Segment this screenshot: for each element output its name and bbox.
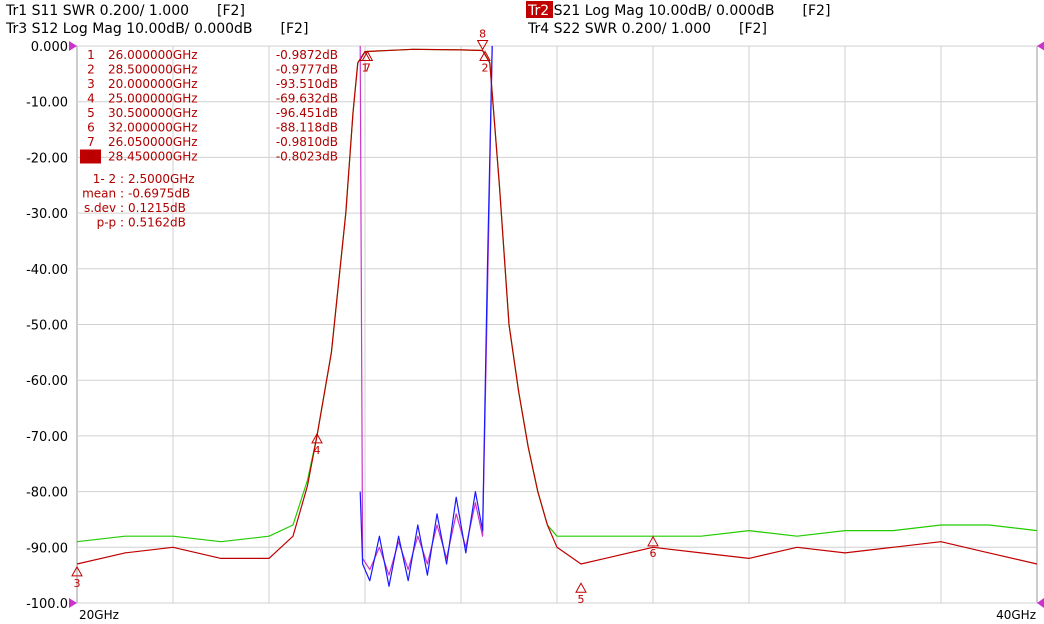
marker-label-4: 4 xyxy=(314,444,321,457)
marker-label-5: 5 xyxy=(578,593,585,606)
marker-row-number: 5 xyxy=(87,106,95,120)
marker-row-number: 3 xyxy=(87,77,95,91)
stat-value: 0.1215dB xyxy=(128,201,186,215)
marker-row-number: 8 xyxy=(87,150,95,164)
stat-value: 2.5000GHz xyxy=(128,172,195,186)
marker-row-value: -88.118dB xyxy=(276,121,338,135)
marker-label-6: 6 xyxy=(650,547,657,560)
marker-row-value: -0.9872dB xyxy=(276,48,338,62)
y-tick-label: 0.000 xyxy=(31,40,68,55)
marker-statistics: 1- 2 : 2.5000GHz mean : -0.6975dB s.dev : 0.1… xyxy=(82,172,195,230)
y-tick-label: -100.0 xyxy=(26,597,68,612)
marker-row-value: -93.510dB xyxy=(276,77,338,91)
marker-row-frequency: 28.500000GHz xyxy=(108,63,198,77)
marker-label-2: 2 xyxy=(482,61,489,74)
marker-label-3: 3 xyxy=(74,577,81,590)
x-tick-end: 40GHz xyxy=(996,608,1036,622)
x-tick-start: 20GHz xyxy=(79,608,119,622)
stat-value: -0.6975dB xyxy=(128,187,190,201)
stat-label: s.dev : xyxy=(84,201,124,215)
marker-row-frequency: 26.050000GHz xyxy=(108,135,198,149)
marker-row-frequency: 32.000000GHz xyxy=(108,121,198,135)
marker-label-8: 8 xyxy=(479,27,486,40)
marker-row-frequency: 28.450000GHz xyxy=(108,150,198,164)
marker-row-number: 4 xyxy=(87,92,95,106)
marker-row-frequency: 25.000000GHz xyxy=(108,92,198,106)
y-tick-label: -10.00 xyxy=(26,96,68,111)
stat-label: 1- 2 : xyxy=(93,172,124,186)
marker-row-value: -96.451dB xyxy=(276,106,338,120)
marker-row-frequency: 30.500000GHz xyxy=(108,106,198,120)
marker-row-frequency: 20.000000GHz xyxy=(108,77,198,91)
marker-row-value: -0.9777dB xyxy=(276,63,338,77)
marker-row-value: -0.8023dB xyxy=(276,150,338,164)
marker-row-value: -0.9810dB xyxy=(276,135,338,149)
marker-row-number: 6 xyxy=(87,121,95,135)
stat-value: 0.5162dB xyxy=(128,216,186,230)
y-tick-label: -20.00 xyxy=(26,151,68,166)
marker-row-frequency: 26.000000GHz xyxy=(108,48,198,62)
marker-row-number: 1 xyxy=(87,48,95,62)
marker-row-value: -69.632dB xyxy=(276,92,338,106)
stat-label: p-p : xyxy=(97,216,124,230)
y-tick-label: -50.00 xyxy=(26,319,68,334)
y-tick-label: -30.00 xyxy=(26,207,68,222)
y-tick-label: -70.00 xyxy=(26,430,68,445)
stat-label: mean : xyxy=(82,187,124,201)
marker-row-number: 2 xyxy=(87,63,95,77)
y-tick-label: -90.00 xyxy=(26,541,68,556)
y-tick-label: -40.00 xyxy=(26,263,68,278)
marker-label-7: 7 xyxy=(364,61,371,74)
marker-row-number: 7 xyxy=(87,135,95,149)
y-tick-label: -80.00 xyxy=(26,486,68,501)
y-tick-label: -60.00 xyxy=(26,374,68,389)
vna-chart: Tr1 S11 SWR 0.200/ 1.000 [F2] Tr3 S12 Log… xyxy=(0,0,1044,624)
